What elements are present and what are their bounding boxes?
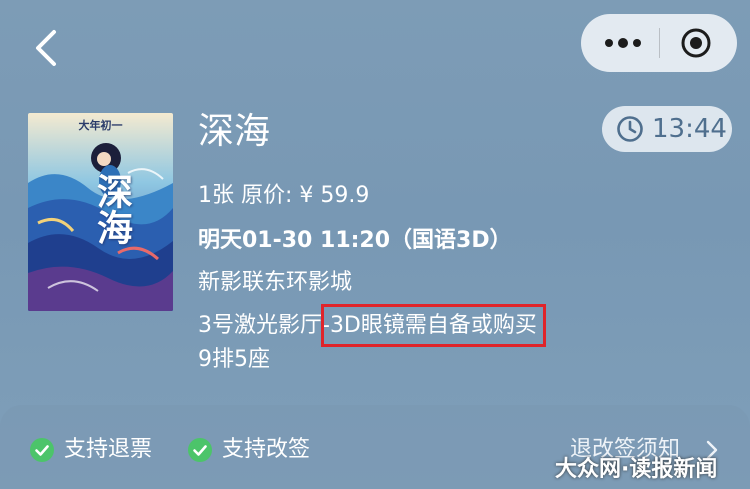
poster-caption: 大年初一 [78,119,123,132]
poster-title: 深海 [91,173,133,245]
check-circle-icon [30,438,54,462]
refund-support: 支持退票 [30,435,170,465]
showtime: 明天01-30 11:20（国语3D） [198,228,512,253]
more-dots-icon[interactable] [601,28,645,58]
movie-title: 深海 [198,111,271,152]
price-line: 1张 原价: ¥ 59.9 [198,183,370,208]
refund-label: 支持退票 [64,437,153,462]
seat-info: 9排5座 [198,347,270,372]
watermark: 大众网·读报新闻 [555,457,718,482]
capsule-divider [659,28,660,58]
change-label: 支持改签 [222,437,311,462]
hall-info: 3号激光影厅-3D眼镜需自备或购买 [198,304,546,347]
glasses-note: 3D眼镜需自备或购买 [320,304,546,347]
countdown-text: 13:44 [652,114,727,144]
countdown-timer: 13:44 [602,106,732,152]
change-support: 支持改签 [188,435,328,465]
back-chevron-icon[interactable] [28,28,68,68]
hall-name: 3号激光影厅- [198,313,330,338]
target-close-icon[interactable] [680,27,712,59]
cinema-name: 新影联东环影城 [198,270,353,295]
check-circle-icon [188,438,212,462]
movie-poster[interactable]: 大年初一 深海 [28,113,173,311]
mini-program-capsule [581,14,737,72]
clock-icon [617,116,643,142]
